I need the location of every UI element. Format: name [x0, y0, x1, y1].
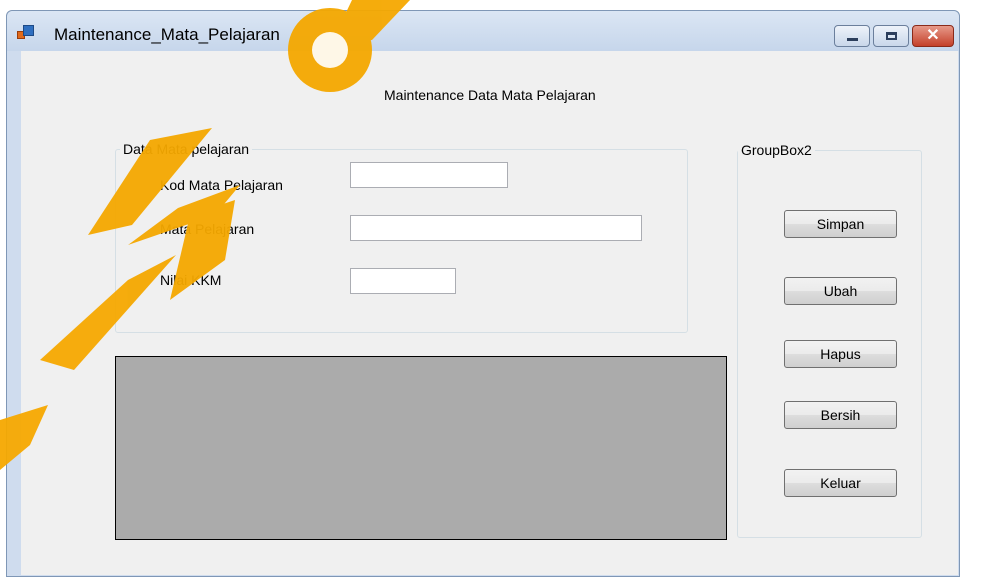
keluar-button[interactable]: Keluar: [784, 469, 897, 497]
kod-mata-pelajaran-label: Kod Mata Pelajaran: [160, 177, 283, 193]
bersih-button[interactable]: Bersih: [784, 401, 897, 429]
groupbox2-legend: GroupBox2: [738, 142, 815, 158]
form-heading: Maintenance Data Mata Pelajaran: [384, 87, 596, 103]
data-grid-view[interactable]: [115, 356, 727, 540]
hapus-button[interactable]: Hapus: [784, 340, 897, 368]
groupbox-legend: Data Mata pelajaran: [120, 141, 253, 157]
kod-mata-pelajaran-input[interactable]: [350, 162, 508, 188]
window-title: Maintenance_Mata_Pelajaran: [54, 25, 280, 44]
minimize-button[interactable]: [834, 25, 870, 47]
maximize-icon: [885, 32, 897, 40]
mata-pelajaran-label: Mata Pelajaran: [160, 221, 255, 237]
title-bar[interactable]: Maintenance_Mata_Pelajaran: [7, 11, 959, 51]
maximize-button[interactable]: [873, 25, 909, 47]
close-button[interactable]: ✕: [912, 25, 954, 47]
app-icon[interactable]: [17, 25, 34, 41]
simpan-button[interactable]: Simpan: [784, 210, 897, 238]
ubah-button[interactable]: Ubah: [784, 277, 897, 305]
close-icon: ✕: [926, 27, 940, 44]
nilai-kkm-input[interactable]: [350, 268, 456, 294]
mata-pelajaran-input[interactable]: [350, 215, 642, 241]
nilai-kkm-label: Nilai KKM: [160, 272, 222, 288]
minimize-icon: [846, 37, 858, 41]
